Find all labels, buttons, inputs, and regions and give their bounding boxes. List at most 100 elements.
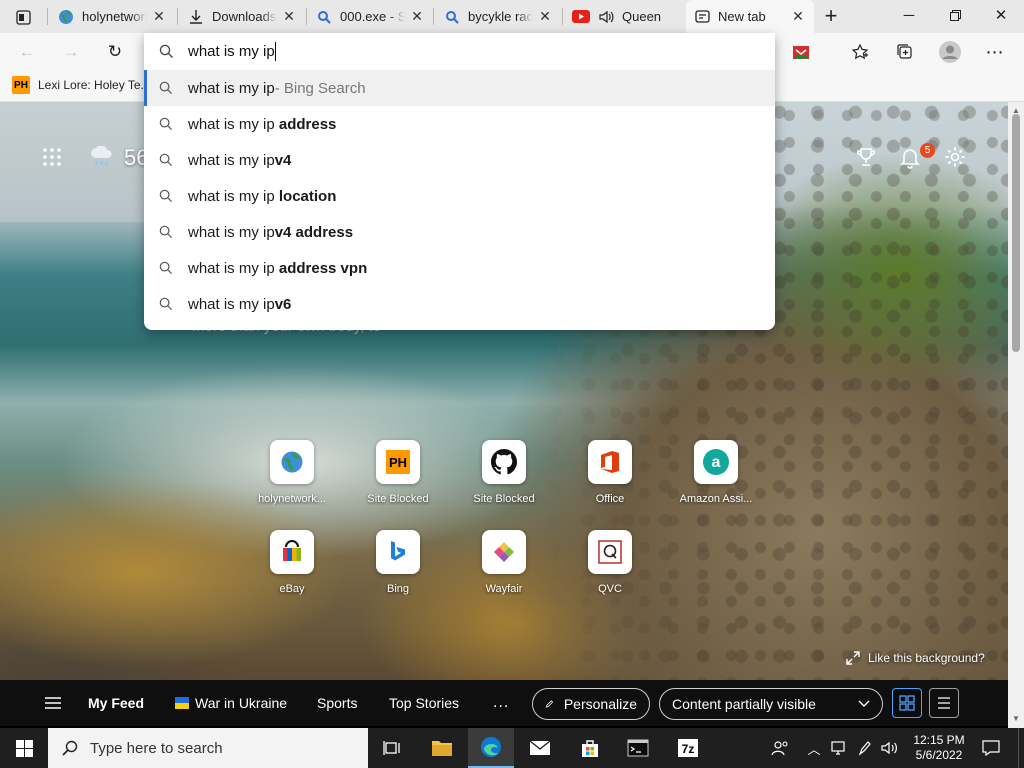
start-button[interactable] <box>0 728 48 768</box>
close-tab-icon[interactable]: ✕ <box>281 8 297 25</box>
tab-label: War in Ukraine <box>195 695 288 711</box>
forward-button[interactable]: → <box>56 37 86 67</box>
action-center-icon[interactable] <box>976 728 1006 768</box>
show-hidden-icons-chevron-icon[interactable]: ︿ <box>804 728 824 768</box>
grid-layout-button[interactable] <box>892 688 922 718</box>
svg-text:a: a <box>712 454 721 471</box>
bing-icon <box>376 530 420 574</box>
download-icon <box>188 9 204 25</box>
quick-link-tile[interactable]: Bing <box>348 530 448 610</box>
close-window-button[interactable]: ✕ <box>978 0 1024 30</box>
quick-link-tile[interactable]: PH Site Blocked <box>348 440 448 520</box>
menu-icon[interactable] <box>44 680 62 726</box>
refresh-button[interactable]: ↻ <box>100 37 130 67</box>
weather-rain-icon[interactable] <box>90 145 114 174</box>
file-explorer-icon[interactable] <box>420 728 464 768</box>
svg-text:7z: 7z <box>682 742 695 756</box>
pen-icon[interactable] <box>854 728 876 768</box>
quick-link-tile[interactable]: a Amazon Assi... <box>666 440 766 520</box>
suggestion-item[interactable]: what is my ip v6 <box>144 286 775 322</box>
tile-label: eBay <box>279 583 305 595</box>
suggestion-item[interactable]: what is my ip v4 <box>144 142 775 178</box>
quick-link-tile[interactable]: Office <box>560 440 660 520</box>
new-tab-button[interactable]: + <box>816 1 846 31</box>
tile-label: Site Blocked <box>367 493 429 505</box>
page-settings-gear-icon[interactable] <box>944 146 966 174</box>
quick-link-tile[interactable]: Wayfair <box>454 530 554 610</box>
tab-bycykle-search[interactable]: bycykle rac ✕ <box>436 0 561 33</box>
taskbar-search-box[interactable]: Type here to search <box>48 728 368 768</box>
content-visibility-dropdown[interactable]: Content partially visible <box>659 688 883 720</box>
favorite-item[interactable]: PH Lexi Lore: Holey Te... <box>12 76 151 94</box>
suggestion-item[interactable]: what is my ip v4 address <box>144 214 775 250</box>
tab-sports[interactable]: Sports <box>317 680 357 726</box>
show-desktop-button[interactable] <box>1018 728 1024 768</box>
list-layout-button[interactable] <box>929 688 959 718</box>
tab-downloads[interactable]: Downloads ✕ <box>180 0 305 33</box>
terminal-icon[interactable] <box>616 728 660 768</box>
suggestion-item[interactable]: what is my ip address <box>144 106 775 142</box>
app-launcher-icon[interactable] <box>42 147 62 173</box>
people-icon[interactable] <box>766 728 794 768</box>
address-input[interactable]: what is my ip <box>188 43 275 60</box>
tab-actions-icon[interactable] <box>8 2 38 32</box>
settings-more-icon[interactable]: ⋯ <box>980 37 1010 67</box>
scrollbar-thumb[interactable] <box>1012 114 1020 352</box>
clock[interactable]: 12:15 PM 5/6/2022 <box>906 728 972 768</box>
tab-top-stories[interactable]: Top Stories <box>389 680 459 726</box>
extension-icon[interactable] <box>786 37 816 67</box>
7zip-icon[interactable]: 7z <box>666 728 710 768</box>
quick-link-tile[interactable]: holynetwork... <box>242 440 342 520</box>
speaker-icon[interactable] <box>598 9 614 25</box>
tab-war-in-ukraine[interactable]: War in Ukraine <box>175 680 287 726</box>
close-tab-icon[interactable]: ✕ <box>537 8 553 25</box>
tab-queen[interactable]: Queen <box>564 0 684 33</box>
quick-link-tile[interactable]: eBay <box>242 530 342 610</box>
microsoft-store-icon[interactable] <box>568 728 612 768</box>
suggestion-item[interactable]: what is my ip location <box>144 178 775 214</box>
tab-holynetwork[interactable]: holynetwork ✕ <box>50 0 175 33</box>
more-menu-icon[interactable]: ... <box>493 680 509 726</box>
notification-bell-icon[interactable] <box>900 147 920 175</box>
tab-new-tab[interactable]: New tab ✕ <box>686 0 814 33</box>
suggestion-completion: v6 <box>274 295 292 313</box>
suggestion-text: what is my ip <box>188 259 279 277</box>
suggestion-text: what is my ip <box>188 151 275 169</box>
network-icon[interactable] <box>828 728 852 768</box>
close-tab-icon[interactable]: ✕ <box>409 8 425 25</box>
minimize-button[interactable]: ─ <box>886 0 932 30</box>
clock-time: 12:15 PM <box>913 733 965 747</box>
search-icon <box>144 261 188 275</box>
address-bar[interactable]: what is my ip <box>144 33 775 69</box>
chevron-down-icon <box>858 700 870 707</box>
volume-icon[interactable] <box>878 728 902 768</box>
collections-icon[interactable] <box>890 37 920 67</box>
search-icon <box>144 297 188 311</box>
close-tab-icon[interactable]: ✕ <box>790 8 806 25</box>
vertical-scrollbar[interactable]: ▲ ▼ <box>1008 102 1024 728</box>
tab-strip: holynetwork ✕ Downloads ✕ 000.exe - Se ✕… <box>0 0 1024 33</box>
edge-browser-taskbar-icon[interactable] <box>468 728 514 768</box>
suggestion-item[interactable]: what is my ip - Bing Search <box>144 70 775 106</box>
restore-button[interactable] <box>932 0 978 30</box>
favorites-star-icon[interactable] <box>845 37 875 67</box>
suggestion-item[interactable]: what is my ip address vpn <box>144 250 775 286</box>
profile-avatar[interactable] <box>935 37 965 67</box>
quick-link-tile[interactable]: Site Blocked <box>454 440 554 520</box>
content-visibility-label: Content partially visible <box>672 696 816 712</box>
rewards-trophy-icon[interactable] <box>856 147 876 173</box>
back-button[interactable]: ← <box>12 37 42 67</box>
like-background-link[interactable]: Like this background? <box>846 651 985 665</box>
search-icon <box>144 44 188 59</box>
personalize-button[interactable]: Personalize <box>532 688 650 720</box>
tab-000exe-search[interactable]: 000.exe - Se ✕ <box>308 0 433 33</box>
mail-icon[interactable] <box>518 728 562 768</box>
search-tab-icon <box>444 9 460 25</box>
text-cursor <box>274 41 276 61</box>
scroll-down-arrow-icon[interactable]: ▼ <box>1012 714 1020 723</box>
quick-link-tile[interactable]: QVC <box>560 530 660 610</box>
search-icon <box>144 225 188 239</box>
tab-my-feed[interactable]: My Feed <box>88 680 144 726</box>
task-view-icon[interactable] <box>370 728 414 768</box>
close-tab-icon[interactable]: ✕ <box>151 8 167 25</box>
